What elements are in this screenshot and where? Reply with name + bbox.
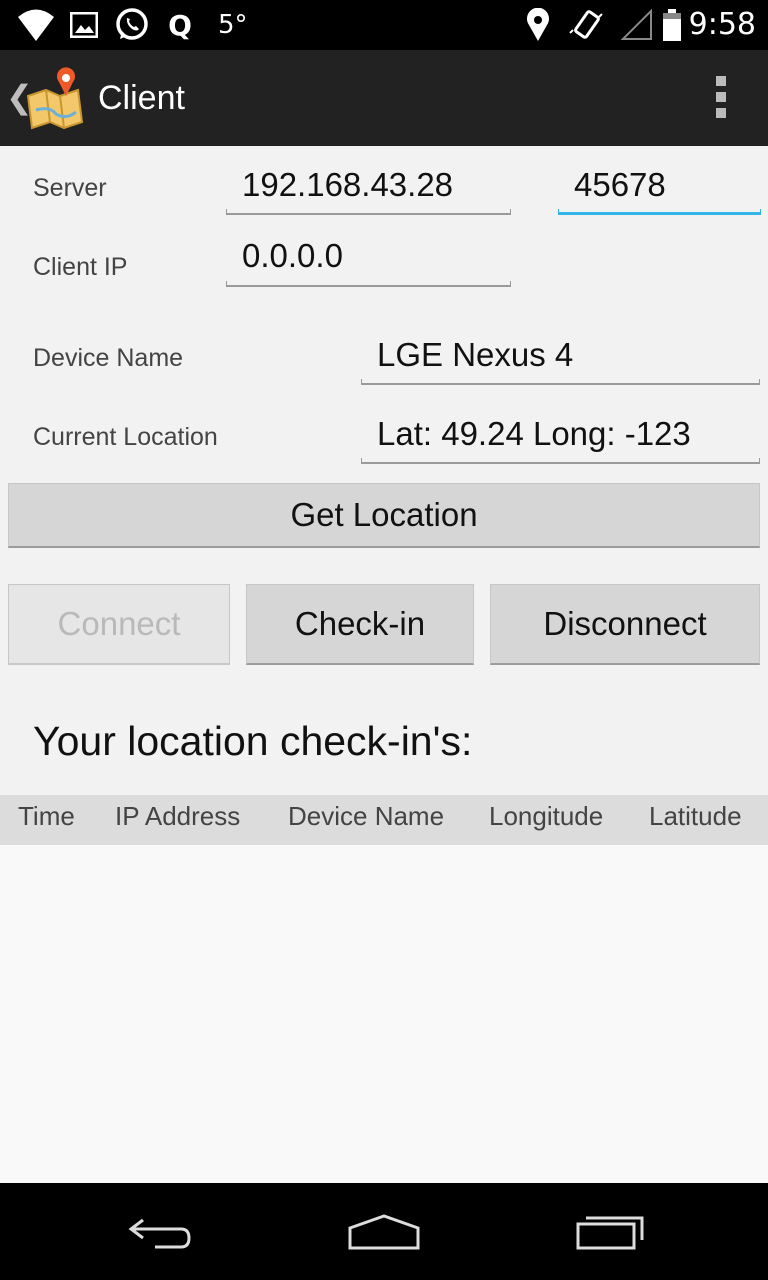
device-name-label: Device Name xyxy=(33,344,184,372)
server-port-input[interactable]: 45678 xyxy=(558,166,761,210)
connect-button[interactable]: Connect xyxy=(8,584,230,665)
page-title: Client xyxy=(98,79,185,117)
clock: 9:58 xyxy=(688,7,756,42)
column-header-time: Time xyxy=(18,801,75,831)
map-app-icon[interactable] xyxy=(26,66,90,130)
wifi-icon xyxy=(16,0,56,50)
server-port-underline xyxy=(558,209,761,215)
whatsapp-icon xyxy=(112,0,152,50)
server-ip-input[interactable]: 192.168.43.28 xyxy=(226,166,511,210)
get-location-button[interactable]: Get Location xyxy=(8,483,760,548)
server-label: Server xyxy=(33,174,107,202)
overflow-menu-icon[interactable] xyxy=(714,76,728,120)
column-header-device-name: Device Name xyxy=(288,801,445,831)
back-icon[interactable] xyxy=(110,1183,210,1280)
image-icon xyxy=(68,0,100,50)
current-location-field[interactable]: Lat: 49.24 Long: -123 xyxy=(361,415,760,459)
client-ip-label: Client IP xyxy=(33,253,128,281)
battery-icon xyxy=(660,0,684,50)
vibrate-icon xyxy=(568,0,604,50)
device-name-underline xyxy=(361,379,760,385)
client-ip-input[interactable]: 0.0.0.0 xyxy=(226,237,511,281)
signal-icon xyxy=(620,0,654,50)
recents-icon[interactable] xyxy=(560,1183,660,1280)
checkins-heading: Your location check-in's: xyxy=(33,718,473,764)
status-bar: Q 5° 9:58 xyxy=(0,0,768,50)
server-ip-underline xyxy=(226,209,511,215)
temperature-text: 5° xyxy=(218,10,248,40)
column-header-ip-address: IP Address xyxy=(115,801,241,831)
action-bar: ❮ Client xyxy=(0,50,768,146)
home-icon[interactable] xyxy=(334,1183,434,1280)
current-location-underline xyxy=(361,458,760,464)
checkin-button[interactable]: Check-in xyxy=(246,584,474,665)
column-header-longitude: Longitude xyxy=(489,801,604,831)
location-pin-icon xyxy=(524,0,552,50)
checkins-table-header: Time IP Address Device Name Longitude La… xyxy=(0,795,768,845)
disconnect-button[interactable]: Disconnect xyxy=(490,584,760,665)
q-icon: Q xyxy=(168,8,192,42)
client-ip-underline xyxy=(226,281,511,287)
device-name-field[interactable]: LGE Nexus 4 xyxy=(361,336,760,380)
current-location-label: Current Location xyxy=(33,423,218,451)
column-header-latitude: Latitude xyxy=(649,801,742,831)
navigation-bar xyxy=(0,1183,768,1280)
checkins-list[interactable] xyxy=(0,845,768,1183)
